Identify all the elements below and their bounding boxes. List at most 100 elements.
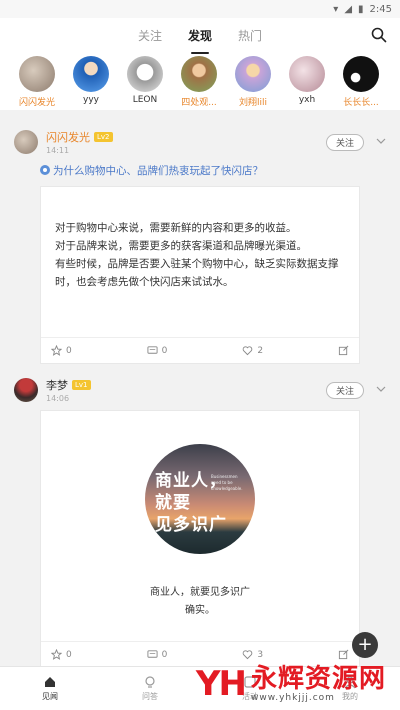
status-bar: ▾ ◢ ▮ 2:45 xyxy=(0,0,400,18)
tab-discover[interactable]: 发现 xyxy=(188,23,212,48)
story-name: 闪闪发光 xyxy=(18,98,55,108)
caption-line: 商业人，就要见多识广 xyxy=(150,587,250,598)
story-item[interactable]: LEON xyxy=(118,56,172,105)
top-tab-bar: 关注 发现 热门 xyxy=(0,18,400,52)
comment-button[interactable]: 0 xyxy=(147,649,227,660)
like-button[interactable]: 3 xyxy=(242,649,322,660)
star-icon xyxy=(51,345,62,356)
topic-icon xyxy=(40,165,50,175)
share-button[interactable] xyxy=(338,345,349,356)
post-line: 对于购物中心来说，需要新鲜的内容和更多的收益。 xyxy=(55,222,297,234)
nav-item-news[interactable]: 见闻 xyxy=(20,675,80,702)
watermark-logo: YH xyxy=(195,664,247,704)
share-icon xyxy=(338,345,349,356)
battery-icon: ▮ xyxy=(358,3,364,15)
home-icon xyxy=(45,677,55,687)
follow-button[interactable]: 关注 xyxy=(325,382,364,399)
feed: 闪闪发光 Lv2 14:11 关注 为什么购物中心、品牌们热衷玩起了快闪店？ 对… xyxy=(0,120,400,668)
lightbulb-icon xyxy=(145,676,155,688)
topic-link[interactable]: 为什么购物中心、品牌们热衷玩起了快闪店？ xyxy=(0,156,400,178)
watermark-url: www.yhkjjj.com xyxy=(250,693,335,703)
image-line: 见多识广 xyxy=(155,515,227,535)
heart-icon xyxy=(243,650,253,660)
wifi-icon: ▾ xyxy=(333,3,339,15)
chevron-down-icon[interactable] xyxy=(376,138,386,145)
level-badge: Lv2 xyxy=(94,132,113,142)
post-line: 对于品牌来说，需要更多的获客渠道和品牌曝光渠道。 xyxy=(55,240,307,252)
avatar xyxy=(127,56,163,92)
caption-line: 确实。 xyxy=(185,605,215,616)
story-item[interactable]: yxh xyxy=(280,56,334,105)
signal-icon: ◢ xyxy=(344,3,353,15)
story-name: 长长长... xyxy=(343,98,379,108)
image-subtext: Businessmen need to be knowledgeable. xyxy=(211,474,243,491)
post-time: 14:11 xyxy=(46,146,70,155)
story-item[interactable]: 闪闪发光 xyxy=(10,56,64,108)
post-image[interactable]: 商业人， 就要 见多识广 Businessmen need to be know… xyxy=(145,444,255,554)
post-author-name[interactable]: 闪闪发光 xyxy=(46,129,90,145)
nav-item-qa[interactable]: 问答 xyxy=(120,675,180,702)
topic-title: 为什么购物中心、品牌们热衷玩起了快闪店？ xyxy=(53,164,263,177)
avatar xyxy=(19,56,55,92)
status-time: 2:45 xyxy=(369,3,392,15)
comment-icon xyxy=(147,650,158,658)
avatar xyxy=(73,56,109,92)
story-name: LEON xyxy=(132,95,158,105)
favorite-button[interactable]: 0 xyxy=(51,649,131,660)
like-count: 2 xyxy=(257,345,264,356)
star-icon xyxy=(51,649,62,660)
favorite-count: 0 xyxy=(66,345,72,356)
avatar xyxy=(289,56,325,92)
avatar[interactable] xyxy=(14,130,38,154)
comment-button[interactable]: 0 xyxy=(147,345,227,356)
post-body: 对于购物中心来说，需要新鲜的内容和更多的收益。 对于品牌来说，需要更多的获客渠道… xyxy=(41,187,359,337)
level-badge: Lv1 xyxy=(72,380,91,390)
post-header: 李梦 Lv1 14:06 关注 xyxy=(0,376,400,404)
avatar xyxy=(235,56,271,92)
avatar xyxy=(343,56,379,92)
heart-icon xyxy=(243,346,253,356)
post-header: 闪闪发光 Lv2 14:11 关注 xyxy=(0,128,400,156)
favorite-count: 0 xyxy=(66,649,72,660)
chevron-down-icon[interactable] xyxy=(376,386,386,393)
post-image-area: 商业人， 就要 见多识广 Businessmen need to be know… xyxy=(41,411,359,641)
tab-follow[interactable]: 关注 xyxy=(138,23,162,48)
story-name: 四处观... xyxy=(181,98,217,108)
avatar[interactable] xyxy=(14,378,38,402)
post-author-name[interactable]: 李梦 xyxy=(46,377,68,393)
post-card[interactable]: 商业人， 就要 见多识广 Businessmen need to be know… xyxy=(40,410,360,668)
watermark-title: 永辉资源网 xyxy=(250,664,386,694)
story-name: yyy xyxy=(83,95,99,105)
post-line: 有些时候，品牌是否要入驻某个购物中心，缺乏实际数据支撑 xyxy=(55,258,339,270)
watermark: YH 永辉资源网 www.yhkjjj.com xyxy=(196,664,386,704)
image-line: 就要 xyxy=(155,493,191,513)
search-icon[interactable] xyxy=(370,26,388,44)
post: 闪闪发光 Lv2 14:11 关注 为什么购物中心、品牌们热衷玩起了快闪店？ 对… xyxy=(0,120,400,364)
comment-icon xyxy=(147,346,158,354)
share-button[interactable] xyxy=(338,649,349,660)
story-name: yxh xyxy=(298,95,316,105)
comment-count: 0 xyxy=(161,345,168,356)
favorite-button[interactable]: 0 xyxy=(51,345,131,356)
avatar xyxy=(181,56,217,92)
follow-button[interactable]: 关注 xyxy=(325,134,364,151)
comment-count: 0 xyxy=(161,649,168,660)
like-count: 3 xyxy=(257,649,264,660)
story-item[interactable]: 长长长... xyxy=(334,56,388,108)
tab-hot[interactable]: 热门 xyxy=(238,23,262,48)
post-time: 14:06 xyxy=(46,394,70,403)
post-caption: 商业人，就要见多识广 确实。 xyxy=(150,584,250,620)
story-avatar-row: 闪闪发光 yyy LEON 四处观... 刘翔lili yxh 长长长... xyxy=(0,52,400,110)
plus-icon: + xyxy=(357,634,373,655)
share-icon xyxy=(338,649,349,660)
post-card[interactable]: 对于购物中心来说，需要新鲜的内容和更多的收益。 对于品牌来说，需要更多的获客渠道… xyxy=(40,186,360,364)
nav-label: 见闻 xyxy=(42,692,58,701)
add-post-button[interactable]: + xyxy=(352,632,378,658)
like-button[interactable]: 2 xyxy=(242,345,322,356)
story-item[interactable]: 刘翔lili xyxy=(226,56,280,108)
nav-label: 问答 xyxy=(142,692,158,701)
story-item[interactable]: 四处观... xyxy=(172,56,226,108)
story-name: 刘翔lili xyxy=(238,98,267,108)
post: 李梦 Lv1 14:06 关注 商业人， 就要 见多识广 Businessmen… xyxy=(0,364,400,668)
story-item[interactable]: yyy xyxy=(64,56,118,105)
